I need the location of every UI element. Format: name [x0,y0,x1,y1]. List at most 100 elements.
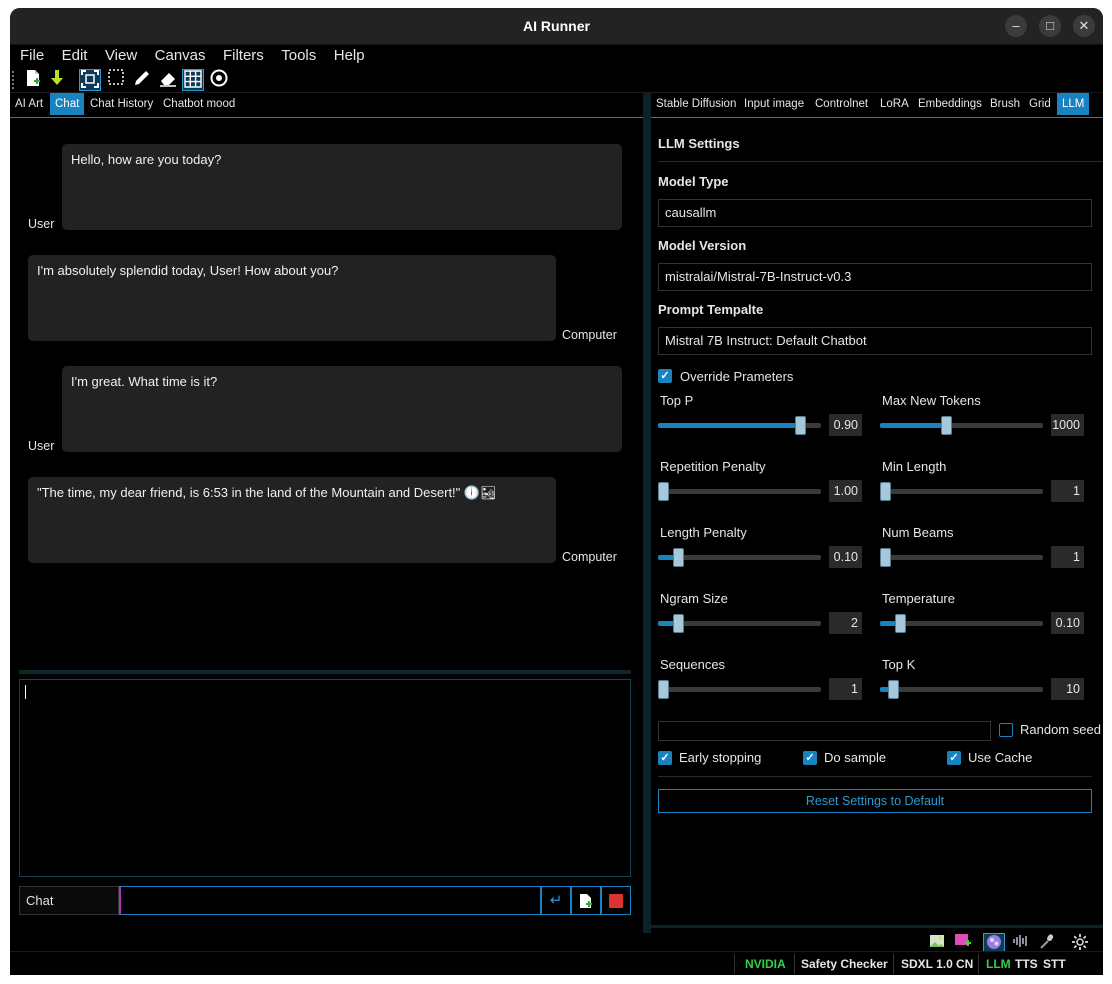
prompt-template-field[interactable]: Mistral 7B Instruct: Default Chatbot [658,327,1092,355]
slider-track[interactable] [880,482,1043,501]
slider-handle[interactable] [673,614,684,633]
slider-value-spinbox[interactable]: 0.10 [1051,612,1084,634]
random-seed-checkbox[interactable] [999,723,1013,737]
toolbar-grip[interactable] [12,71,15,89]
slider-track[interactable] [658,482,821,501]
tab-embeddings[interactable]: Embeddings [913,93,987,115]
do-sample-checkbox[interactable]: ✓ [803,751,817,765]
stop-button[interactable] [601,886,631,915]
slider-value-spinbox[interactable]: 1 [1051,546,1084,568]
slider-label: Length Penalty [660,525,747,540]
speaker-label-computer: Computer [562,550,617,564]
slider-handle[interactable] [888,680,899,699]
tab-grid[interactable]: Grid [1024,93,1056,115]
send-button[interactable]: ↵ [541,886,571,915]
speaker-label-user: User [28,217,55,231]
tts-status: TTS [1015,957,1038,971]
chat-splitter-handle[interactable] [19,670,631,674]
target-icon[interactable] [208,69,230,91]
slider-handle[interactable] [880,482,891,501]
slider-track[interactable] [658,614,821,633]
early-stopping-checkbox[interactable]: ✓ [658,751,672,765]
maximize-button[interactable]: □ [1039,15,1061,37]
slider-track[interactable] [880,548,1043,567]
tab-controlnet[interactable]: Controlnet [810,93,873,115]
slider-label: Top K [882,657,916,672]
selection-icon[interactable] [105,69,127,91]
tab-underline [651,117,1103,118]
use-cache-checkbox[interactable]: ✓ [947,751,961,765]
tab-input-image[interactable]: Input image [739,93,809,115]
slider-track[interactable] [880,680,1043,699]
tab-brush[interactable]: Brush [985,93,1025,115]
slider-track[interactable] [880,416,1043,435]
override-parameters-checkbox[interactable]: ✓ [658,369,672,383]
close-button[interactable]: ✕ [1073,15,1095,37]
slider-track[interactable] [658,548,821,567]
tab-chatbot-mood[interactable]: Chatbot mood [158,93,240,115]
slider-value-spinbox[interactable]: 1000 [1051,414,1084,436]
settings-pane: Stable Diffusion Input image Controlnet … [651,93,1103,933]
slider-value-spinbox[interactable]: 0.90 [829,414,862,436]
menu-canvas[interactable]: Canvas [155,45,206,66]
slider-handle[interactable] [941,416,952,435]
slider-value-spinbox[interactable]: 1.00 [829,480,862,502]
slider-value-spinbox[interactable]: 10 [1051,678,1084,700]
new-document-icon[interactable] [22,69,44,91]
eraser-icon[interactable] [157,69,179,91]
text-cursor [25,685,26,699]
minimize-button[interactable]: – [1005,15,1027,37]
slider-handle[interactable] [895,614,906,633]
seed-input[interactable] [658,721,991,741]
slider-handle[interactable] [795,416,806,435]
tab-chat-history[interactable]: Chat History [85,93,158,115]
menu-tools[interactable]: Tools [281,45,316,66]
tab-llm[interactable]: LLM [1057,93,1090,115]
slider-value-spinbox[interactable]: 0.10 [829,546,862,568]
pane-bottom-border [651,925,1103,928]
model-type-field[interactable]: causallm [658,199,1092,227]
stt-status: STT [1043,957,1066,971]
slider-value-spinbox[interactable]: 1 [1051,480,1084,502]
pencil-icon[interactable] [131,69,153,91]
slider-value-spinbox[interactable]: 2 [829,612,862,634]
prompt-textarea[interactable] [19,679,631,877]
tab-lora[interactable]: LoRA [875,93,914,115]
speaker-label-user: User [28,439,55,453]
slider-handle[interactable] [880,548,891,567]
slider-handle[interactable] [658,482,669,501]
menu-filters[interactable]: Filters [223,45,264,66]
menu-file[interactable]: File [20,45,44,66]
reset-settings-button[interactable]: Reset Settings to Default [658,789,1092,813]
use-cache-label: Use Cache [968,750,1033,765]
safety-checker-status: Safety Checker [801,957,888,971]
new-conversation-button[interactable] [571,886,601,915]
chat-input[interactable] [119,886,541,915]
slider-handle[interactable] [658,680,669,699]
message-bubble-user: I'm great. What time is it? [62,366,622,452]
download-icon[interactable] [46,69,68,91]
model-version-label: Model Version [658,238,747,253]
slider-handle[interactable] [673,548,684,567]
slider-track[interactable] [880,614,1043,633]
menu-view[interactable]: View [105,45,137,66]
pane-splitter-handle[interactable] [643,93,651,933]
tab-ai-art[interactable]: AI Art [10,93,48,115]
do-sample-label: Do sample [824,750,887,765]
divider [794,954,795,974]
active-grid-selection-icon[interactable] [79,69,101,91]
slider-label: Temperature [882,591,955,606]
grid-icon[interactable] [182,69,204,91]
model-version-field[interactable]: mistralai/Mistral-7B-Instruct-v0.3 [658,263,1092,291]
slider-track[interactable] [658,680,821,699]
divider [658,161,1103,162]
model-type-label: Model Type [658,174,729,189]
slider-track[interactable] [658,416,821,435]
slider-label: Num Beams [882,525,954,540]
menu-help[interactable]: Help [334,45,365,66]
tab-stable-diffusion[interactable]: Stable Diffusion [651,93,741,115]
menu-edit[interactable]: Edit [62,45,88,66]
llm-status: LLM [986,957,1011,971]
tab-chat[interactable]: Chat [50,93,85,115]
slider-value-spinbox[interactable]: 1 [829,678,862,700]
